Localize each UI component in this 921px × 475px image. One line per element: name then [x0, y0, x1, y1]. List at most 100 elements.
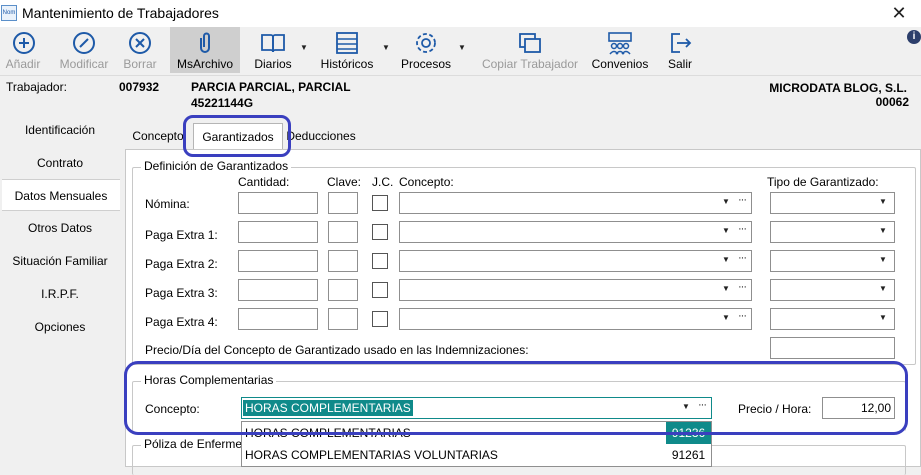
- worker-code: 007932: [119, 80, 160, 94]
- chevron-down-icon[interactable]: ▼: [879, 284, 887, 293]
- tab-concepto[interactable]: Concepto: [128, 123, 188, 149]
- delete-button[interactable]: Borrar: [117, 27, 163, 73]
- worker-nif: 45221144G: [191, 96, 254, 110]
- diarios-chevron-down-icon[interactable]: ▼: [300, 43, 308, 52]
- diarios-label: Diarios: [254, 57, 292, 71]
- highlight-garantizados-tab: [183, 115, 291, 157]
- cantidad-input-nomina[interactable]: [238, 192, 318, 214]
- app-icon: Nom: [1, 5, 17, 21]
- header-concepto: Concepto:: [399, 175, 454, 189]
- close-icon[interactable]: ✕: [889, 3, 909, 23]
- clave-input-paga-extra-1[interactable]: [328, 221, 358, 243]
- cantidad-input-paga-extra-1[interactable]: [238, 221, 318, 243]
- jc-checkbox-paga-extra-2[interactable]: [372, 253, 388, 269]
- worker-name: PARCIA PARCIAL, PARCIAL: [191, 80, 351, 94]
- group-icon: [608, 32, 632, 55]
- msarchivo-button[interactable]: MsArchivo: [170, 27, 240, 73]
- clave-input-nomina[interactable]: [328, 192, 358, 214]
- row-label-paga-extra-1: Paga Extra 1:: [145, 228, 218, 242]
- sidebar-item-opciones[interactable]: Opciones: [0, 311, 120, 343]
- ellipsis-icon[interactable]: ···: [738, 223, 747, 235]
- info-icon[interactable]: i: [907, 30, 921, 44]
- header-clave: Clave:: [327, 175, 362, 189]
- chevron-down-icon[interactable]: ▼: [722, 313, 730, 322]
- tipo-combo-paga-extra-3[interactable]: ▼: [770, 279, 895, 301]
- cantidad-input-paga-extra-2[interactable]: [238, 250, 318, 272]
- diarios-button[interactable]: Diarios: [246, 27, 300, 73]
- x-circle-icon: [129, 32, 151, 54]
- jc-checkbox-paga-extra-3[interactable]: [372, 282, 388, 298]
- window-title: Mantenimiento de Trabajadores: [22, 5, 219, 21]
- clave-input-paga-extra-2[interactable]: [328, 250, 358, 272]
- worker-label: Trabajador:: [6, 80, 67, 94]
- convenios-button[interactable]: Convenios: [588, 27, 652, 73]
- tipo-combo-nomina[interactable]: ▼: [770, 192, 895, 214]
- procesos-button[interactable]: Procesos: [398, 27, 454, 73]
- list-item[interactable]: HORAS COMPLEMENTARIAS VOLUNTARIAS 91261: [242, 444, 711, 466]
- exit-button[interactable]: Salir: [660, 27, 700, 73]
- exit-label: Salir: [667, 57, 692, 71]
- exit-icon: [671, 33, 692, 53]
- chevron-down-icon[interactable]: ▼: [879, 313, 887, 322]
- pencil-icon: [73, 32, 95, 54]
- tipo-combo-paga-extra-4[interactable]: ▼: [770, 308, 895, 330]
- header-jc: J.C.: [372, 175, 394, 189]
- modify-label: Modificar: [59, 57, 109, 71]
- concepto-combo-paga-extra-4[interactable]: ▼ ···: [399, 308, 752, 330]
- highlight-horas-group: [124, 361, 908, 435]
- row-label-nomina: Nómina:: [145, 197, 190, 211]
- jc-checkbox-paga-extra-4[interactable]: [372, 311, 388, 327]
- row-label-paga-extra-4: Paga Extra 4:: [145, 315, 218, 329]
- chevron-down-icon[interactable]: ▼: [722, 226, 730, 235]
- worker-header: Trabajador: 007932 PARCIA PARCIAL, PARCI…: [0, 75, 921, 112]
- plus-circle-icon: [13, 32, 35, 54]
- indemnizaciones-input[interactable]: [770, 337, 895, 359]
- clave-input-paga-extra-3[interactable]: [328, 279, 358, 301]
- concepto-combo-paga-extra-1[interactable]: ▼ ···: [399, 221, 752, 243]
- chevron-down-icon[interactable]: ▼: [722, 197, 730, 206]
- chevron-down-icon[interactable]: ▼: [879, 197, 887, 206]
- jc-checkbox-nomina[interactable]: [372, 195, 388, 211]
- row-label-paga-extra-3: Paga Extra 3:: [145, 286, 218, 300]
- clave-input-paga-extra-4[interactable]: [328, 308, 358, 330]
- historicos-button[interactable]: Históricos: [316, 27, 378, 73]
- sidebar-item-datos-mensuales[interactable]: Datos Mensuales: [2, 179, 120, 211]
- sidebar-item-situacion-familiar[interactable]: Situación Familiar: [0, 245, 120, 277]
- copy-worker-label: Copiar Trabajador: [481, 57, 579, 71]
- ellipsis-icon[interactable]: ···: [738, 252, 747, 264]
- sidebar-item-contrato[interactable]: Contrato: [0, 147, 120, 179]
- gear-icon: [416, 33, 436, 53]
- historicos-chevron-down-icon[interactable]: ▼: [382, 43, 390, 52]
- sidebar-item-identificacion[interactable]: Identificación: [0, 114, 120, 146]
- header-cantidad: Cantidad:: [238, 175, 290, 189]
- list-icon: [336, 32, 358, 54]
- concepto-combo-paga-extra-3[interactable]: ▼ ···: [399, 279, 752, 301]
- cantidad-input-paga-extra-4[interactable]: [238, 308, 318, 330]
- ellipsis-icon[interactable]: ···: [738, 281, 747, 293]
- jc-checkbox-paga-extra-1[interactable]: [372, 224, 388, 240]
- copy-worker-button[interactable]: Copiar Trabajador: [480, 27, 580, 73]
- chevron-down-icon[interactable]: ▼: [722, 284, 730, 293]
- tipo-combo-paga-extra-1[interactable]: ▼: [770, 221, 895, 243]
- procesos-label: Procesos: [400, 57, 452, 71]
- tipo-combo-paga-extra-2[interactable]: ▼: [770, 250, 895, 272]
- ellipsis-icon[interactable]: ···: [738, 194, 747, 206]
- cantidad-input-paga-extra-3[interactable]: [238, 279, 318, 301]
- option-code: 91261: [671, 448, 706, 462]
- add-button[interactable]: Añadir: [0, 27, 46, 73]
- paperclip-icon: [200, 32, 210, 53]
- procesos-chevron-down-icon[interactable]: ▼: [458, 43, 466, 52]
- sidebar-item-otros-datos[interactable]: Otros Datos: [0, 212, 120, 244]
- ellipsis-icon[interactable]: ···: [738, 310, 747, 322]
- book-icon: [261, 34, 285, 53]
- sidebar-item-irpf[interactable]: I.R.P.F.: [0, 278, 120, 310]
- modify-button[interactable]: Modificar: [55, 27, 113, 73]
- indemnizaciones-label: Precio/Día del Concepto de Garantizado u…: [145, 343, 529, 357]
- chevron-down-icon[interactable]: ▼: [879, 255, 887, 264]
- chevron-down-icon[interactable]: ▼: [879, 226, 887, 235]
- concepto-combo-paga-extra-2[interactable]: ▼ ···: [399, 250, 752, 272]
- concepto-combo-nomina[interactable]: ▼ ···: [399, 192, 752, 214]
- company-name: MICRODATA BLOG, S.L.: [769, 81, 907, 95]
- chevron-down-icon[interactable]: ▼: [722, 255, 730, 264]
- tab-deducciones[interactable]: Deducciones: [283, 123, 359, 149]
